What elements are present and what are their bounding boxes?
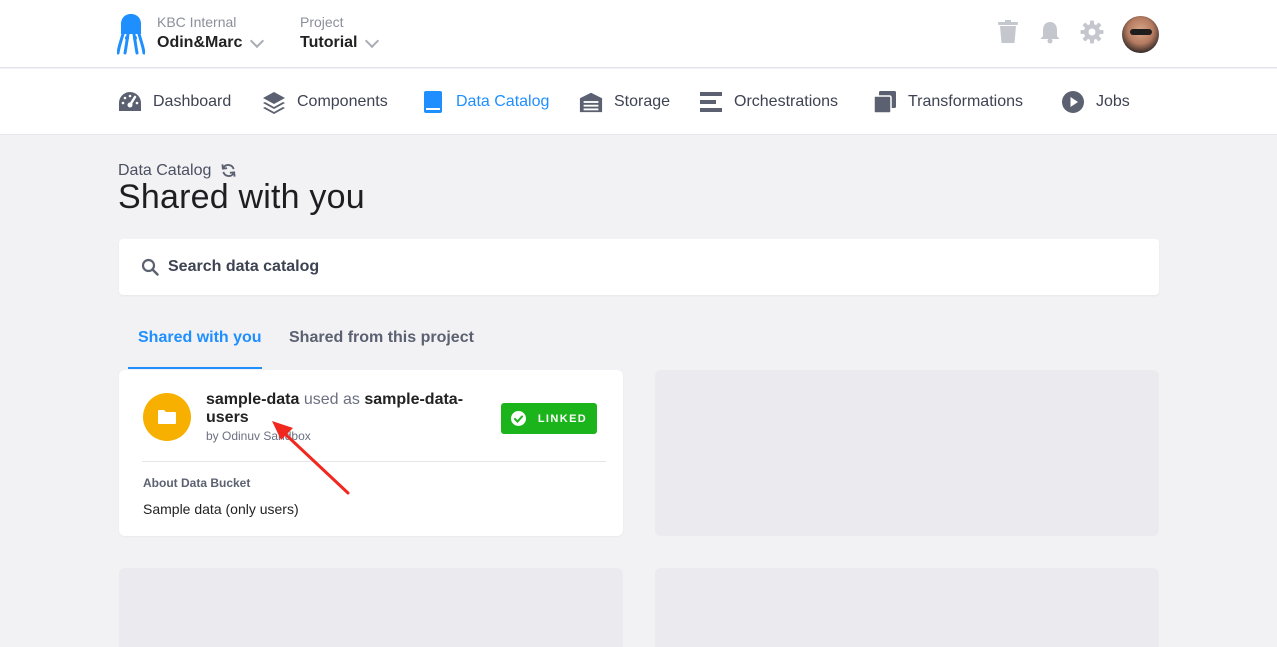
folder-icon [158, 410, 176, 424]
nav-label-data-catalog: Data Catalog [456, 93, 550, 110]
nav-label-storage: Storage [614, 93, 671, 110]
nav-label-orchestrations: Orchestrations [734, 93, 839, 110]
user-avatar[interactable] [1122, 16, 1159, 53]
nav-item-orchestrations[interactable]: Orchestrations [699, 90, 838, 114]
card-placeholder [655, 370, 1159, 536]
bars-icon [699, 90, 723, 114]
nav-label-jobs: Jobs [1096, 93, 1130, 110]
card-placeholder [119, 568, 623, 647]
tab-shared-from-this-project[interactable]: Shared from this project [289, 329, 474, 347]
refresh-icon[interactable] [221, 163, 237, 179]
linked-status-label: LINKED [537, 412, 588, 425]
bucket-owner: by Odinuv Sandbox [206, 429, 311, 443]
keboola-octopus-logo[interactable] [117, 13, 145, 55]
search-input[interactable] [168, 258, 1068, 276]
nav-item-dashboard[interactable]: Dashboard [118, 90, 231, 114]
nav-item-storage[interactable]: Storage [579, 90, 670, 114]
nav-label-transformations: Transformations [908, 93, 1023, 110]
project-switcher[interactable]: Project Tutorial [300, 14, 380, 54]
about-bucket-label: About Data Bucket [143, 476, 251, 490]
chevron-down-icon [365, 33, 380, 49]
project-label: Project [300, 14, 344, 30]
linked-status-badge: LINKED [501, 403, 597, 434]
nav-item-jobs[interactable]: Jobs [1061, 90, 1130, 114]
avatar-glasses [1130, 29, 1152, 35]
card-divider [142, 461, 606, 462]
card-placeholder [655, 568, 1159, 647]
search-icon [141, 258, 159, 276]
warehouse-icon [579, 90, 603, 114]
nav-label-components: Components [297, 93, 388, 110]
dashboard-gauge-icon [118, 90, 142, 114]
chevron-down-icon [250, 33, 265, 49]
nav-item-data-catalog[interactable]: Data Catalog [421, 90, 549, 114]
organization-switcher[interactable]: KBC Internal Odin&Marc [157, 14, 265, 54]
main-navigation: Dashboard Components Data Catalog Storag… [0, 69, 1277, 135]
active-tab-indicator [128, 367, 262, 369]
bucket-title: sample-data used as sample-data-users [206, 391, 496, 427]
check-circle-icon [510, 411, 526, 426]
nav-item-transformations[interactable]: Transformations [873, 90, 1023, 114]
header-actions [995, 18, 1121, 46]
nav-item-components[interactable]: Components [262, 90, 388, 114]
organization-name: Odin&Marc [157, 34, 243, 51]
play-circle-icon [1061, 90, 1085, 114]
search-bar [119, 239, 1159, 295]
bell-icon[interactable] [1037, 18, 1063, 46]
bucket-folder-badge [143, 393, 191, 441]
trash-icon[interactable] [995, 18, 1021, 46]
nav-label-dashboard: Dashboard [153, 93, 232, 110]
copy-icon [873, 90, 897, 114]
tab-shared-with-you[interactable]: Shared with you [138, 329, 262, 347]
shared-bucket-card[interactable]: sample-data used as sample-data-users by… [119, 370, 623, 536]
bucket-name[interactable]: sample-data [206, 391, 299, 408]
top-header: KBC Internal Odin&Marc Project Tutorial [0, 0, 1277, 68]
layers-icon [262, 90, 286, 114]
book-icon [421, 90, 445, 114]
organization-label: KBC Internal [157, 14, 237, 30]
about-bucket-description: Sample data (only users) [143, 501, 299, 517]
page-title: Shared with you [118, 178, 365, 216]
used-as-text: used as [303, 391, 360, 408]
gear-icon[interactable] [1079, 18, 1105, 46]
project-name: Tutorial [300, 34, 358, 51]
